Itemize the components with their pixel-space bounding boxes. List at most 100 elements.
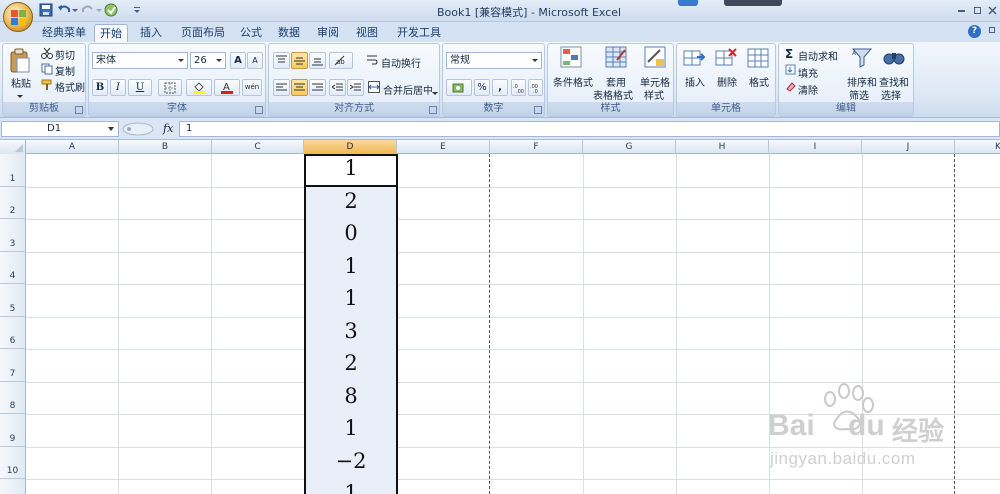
tab-classic-menu[interactable]: 经典菜单	[38, 24, 90, 42]
tab-review[interactable]: 审阅	[313, 24, 343, 42]
formula-input[interactable]: 1	[179, 121, 1000, 137]
column-header-j[interactable]: J	[862, 140, 955, 154]
row-header-1[interactable]: 1	[0, 154, 26, 187]
cell-d1[interactable]: 1	[306, 156, 396, 180]
delete-cells-icon[interactable]	[715, 47, 737, 72]
phonetic-button[interactable]: wén	[242, 79, 262, 96]
format-painter-button[interactable]: 格式刷	[55, 79, 85, 94]
align-middle-button[interactable]	[291, 52, 308, 69]
row-header-9[interactable]: 9	[0, 414, 26, 447]
alignment-launcher-icon[interactable]	[429, 106, 437, 114]
tab-formulas[interactable]: 公式	[236, 24, 266, 42]
accounting-format-button[interactable]	[446, 79, 472, 96]
insert-cells-button[interactable]: 插入	[685, 74, 705, 89]
align-bottom-button[interactable]	[309, 52, 326, 69]
tab-view[interactable]: 视图	[352, 24, 382, 42]
conditional-formatting-icon[interactable]	[560, 46, 582, 71]
tab-page-layout[interactable]: 页面布局	[176, 24, 230, 42]
window-button-blue[interactable]	[678, 0, 698, 6]
tab-insert[interactable]: 插入	[134, 24, 168, 42]
column-header-g[interactable]: G	[583, 140, 676, 154]
cell-d8[interactable]: 8	[306, 384, 396, 408]
copy-button[interactable]: 复制	[55, 63, 75, 78]
row-header-2[interactable]: 2	[0, 187, 26, 219]
orientation-button[interactable]: ab	[329, 52, 353, 69]
merge-center-button[interactable]: 合并后居中	[383, 82, 433, 97]
name-box[interactable]: D1	[1, 121, 119, 137]
undo-icon[interactable]	[57, 3, 71, 17]
column-header-h[interactable]: H	[676, 140, 769, 154]
undo-dropdown-icon[interactable]	[72, 3, 78, 17]
row-header-11[interactable]	[0, 479, 26, 494]
column-header-e[interactable]: E	[397, 140, 490, 154]
merge-center-icon[interactable]	[368, 81, 380, 96]
clipboard-launcher-icon[interactable]	[75, 106, 83, 114]
increase-decimal-button[interactable]: .0.00	[511, 79, 526, 96]
row-header-3[interactable]: 3	[0, 219, 26, 252]
quick-access-print-icon[interactable]	[104, 3, 124, 17]
paste-icon[interactable]	[9, 48, 31, 74]
decrease-decimal-button[interactable]: .00.0	[528, 79, 543, 96]
comma-button[interactable]: ,	[492, 79, 508, 96]
insert-function-button[interactable]: fx	[163, 122, 173, 135]
row-header-7[interactable]: 7	[0, 349, 26, 382]
customize-quick-access-icon[interactable]	[133, 3, 141, 17]
column-header-f[interactable]: F	[490, 140, 583, 154]
minimize-ribbon-icon[interactable]	[958, 10, 965, 12]
cell-d3[interactable]: 0	[306, 221, 396, 245]
find-select-line2[interactable]: 选择	[881, 87, 901, 102]
column-header-b[interactable]: B	[119, 140, 212, 154]
format-cells-icon[interactable]	[747, 47, 769, 72]
fill-icon[interactable]	[785, 64, 796, 78]
cell-d5[interactable]: 1	[306, 286, 396, 310]
font-name-combo[interactable]: 宋体	[92, 52, 188, 69]
borders-button[interactable]	[158, 79, 182, 96]
column-header-k[interactable]: K	[955, 140, 1000, 154]
paste-button[interactable]: 粘贴	[11, 75, 31, 90]
wrap-text-button[interactable]: 自动换行	[381, 55, 421, 70]
cell-d9[interactable]: 1	[306, 416, 396, 440]
row-header-8[interactable]: 8	[0, 382, 26, 414]
font-size-combo[interactable]: 26	[190, 52, 226, 69]
tab-data[interactable]: 数据	[274, 24, 304, 42]
row-header-5[interactable]: 5	[0, 284, 26, 317]
clear-button[interactable]: 清除	[798, 82, 818, 97]
close-window-icon[interactable]	[988, 5, 997, 15]
align-right-button[interactable]	[309, 79, 326, 96]
select-all-corner[interactable]	[0, 140, 26, 154]
insert-cells-icon[interactable]	[683, 47, 706, 72]
column-header-c[interactable]: C	[212, 140, 304, 154]
cut-icon[interactable]	[41, 47, 53, 62]
cell-d7[interactable]: 2	[306, 351, 396, 375]
italic-button[interactable]: I	[110, 79, 126, 96]
cell-styles-line2[interactable]: 样式	[644, 87, 664, 102]
cell-d2[interactable]: 2	[306, 189, 396, 213]
percent-button[interactable]: %	[474, 79, 490, 96]
wrap-text-icon[interactable]	[366, 54, 378, 69]
conditional-formatting-button[interactable]: 条件格式	[553, 74, 593, 89]
sort-filter-icon[interactable]: A	[851, 47, 873, 72]
align-left-button[interactable]	[273, 79, 290, 96]
tab-home[interactable]: 开始	[94, 24, 128, 42]
ribbon-restore-icon[interactable]	[989, 27, 995, 33]
align-center-button[interactable]	[291, 79, 308, 96]
cell-d6[interactable]: 3	[306, 319, 396, 343]
delete-cells-button[interactable]: 删除	[717, 74, 737, 89]
font-launcher-icon[interactable]	[255, 106, 263, 114]
column-header-d[interactable]: D	[304, 140, 397, 154]
sort-filter-line2[interactable]: 筛选	[849, 87, 869, 102]
fill-color-button[interactable]	[186, 79, 212, 96]
number-launcher-icon[interactable]	[534, 106, 542, 114]
cell-styles-icon[interactable]	[644, 46, 666, 71]
column-header-i[interactable]: I	[769, 140, 862, 154]
format-as-table-icon[interactable]	[605, 46, 627, 71]
cell-d11[interactable]: 1	[306, 481, 396, 494]
underline-button[interactable]: U	[128, 79, 152, 96]
row-header-4[interactable]: 4	[0, 252, 26, 284]
cell-d10[interactable]: −2	[306, 449, 396, 473]
tab-developer[interactable]: 开发工具	[393, 24, 445, 42]
autosum-icon[interactable]: Σ	[785, 47, 793, 61]
number-format-combo[interactable]: 常规	[446, 52, 542, 69]
column-header-a[interactable]: A	[26, 140, 119, 154]
font-color-button[interactable]: A	[214, 79, 240, 96]
